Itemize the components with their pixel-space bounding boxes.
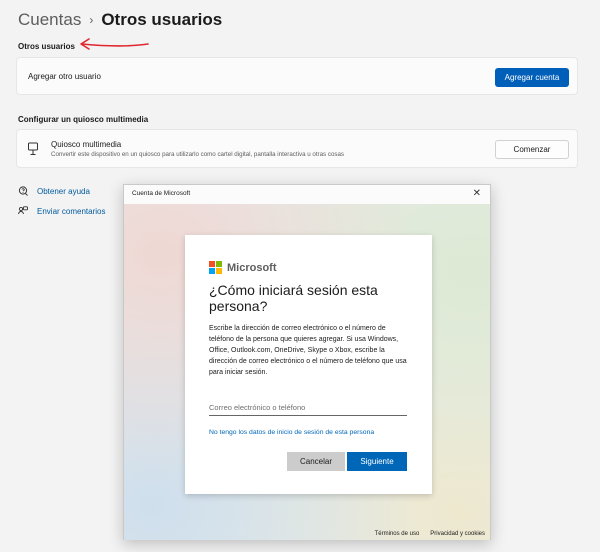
kiosk-description: Convertir este dispositivo en un quiosco…: [51, 151, 345, 158]
start-kiosk-button[interactable]: Comenzar: [495, 140, 569, 159]
annotation-arrow: [80, 38, 149, 50]
dialog-titlebar[interactable]: Cuenta de Microsoft ✕: [124, 185, 490, 204]
add-user-card: Agregar otro usuario Agregar cuenta: [16, 57, 578, 95]
breadcrumb: Cuentas › Otros usuarios: [18, 10, 222, 30]
dialog-description: Escribe la dirección de correo electróni…: [209, 325, 407, 376]
page-title: Otros usuarios: [101, 10, 223, 29]
terms-of-use-link[interactable]: Términos de uso: [375, 531, 420, 537]
help-link[interactable]: Obtener ayuda: [18, 186, 90, 196]
dialog-body: Microsoft ¿Cómo iniciará sesión esta per…: [124, 204, 490, 540]
kiosk-title: Quiosco multimedia: [51, 140, 122, 149]
microsoft-brand: Microsoft: [227, 261, 277, 274]
sign-in-card: Microsoft ¿Cómo iniciará sesión esta per…: [185, 235, 432, 494]
kiosk-icon: [28, 142, 38, 155]
close-icon[interactable]: ✕: [473, 188, 481, 199]
breadcrumb-parent[interactable]: Cuentas: [18, 10, 81, 30]
email-or-phone-input[interactable]: [209, 400, 407, 416]
dialog-heading: ¿Cómo iniciará sesión esta persona?: [209, 282, 378, 314]
next-button[interactable]: Siguiente: [347, 452, 407, 471]
kiosk-heading: Configurar un quiosco multimedia: [18, 115, 149, 124]
help-link-label: Obtener ayuda: [37, 186, 90, 196]
add-user-label: Agregar otro usuario: [28, 72, 101, 81]
add-account-button[interactable]: Agregar cuenta: [495, 68, 569, 87]
feedback-link-label: Enviar comentarios: [37, 206, 106, 216]
dialog-title: Cuenta de Microsoft: [132, 190, 191, 197]
privacy-cookies-link[interactable]: Privacidad y cookies: [430, 531, 485, 537]
feedback-icon: [18, 206, 28, 215]
microsoft-logo-icon: [209, 261, 222, 274]
help-icon: [18, 186, 28, 196]
kiosk-card: Quiosco multimedia Convertir este dispos…: [16, 129, 578, 168]
other-users-heading: Otros usuarios: [18, 42, 75, 51]
microsoft-logo: Microsoft: [209, 261, 277, 274]
cancel-button[interactable]: Cancelar: [287, 452, 345, 471]
dialog-footer: Términos de uso Privacidad y cookies: [375, 531, 485, 537]
feedback-link[interactable]: Enviar comentarios: [18, 206, 105, 216]
microsoft-account-dialog: Cuenta de Microsoft ✕ Microsoft ¿Cómo in…: [123, 184, 491, 540]
breadcrumb-separator: ›: [89, 13, 94, 27]
no-sign-in-info-link[interactable]: No tengo los datos de inicio de sesión d…: [209, 429, 374, 436]
